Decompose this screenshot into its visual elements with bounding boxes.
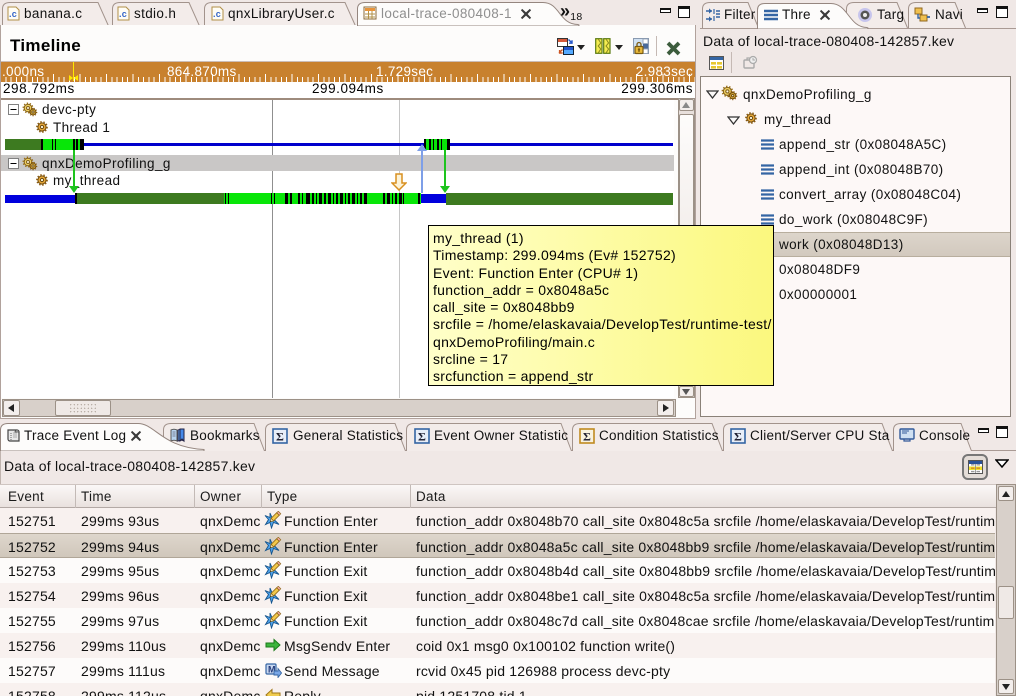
- svg-text:.c: .c: [9, 9, 17, 19]
- svg-text:.c: .c: [119, 9, 127, 19]
- svg-text:Σ: Σ: [734, 430, 742, 444]
- svg-text:.c: .c: [213, 9, 221, 19]
- svg-text:Σ: Σ: [276, 430, 284, 444]
- svg-text:Σ: Σ: [418, 430, 426, 444]
- svg-text:Σ: Σ: [583, 430, 591, 444]
